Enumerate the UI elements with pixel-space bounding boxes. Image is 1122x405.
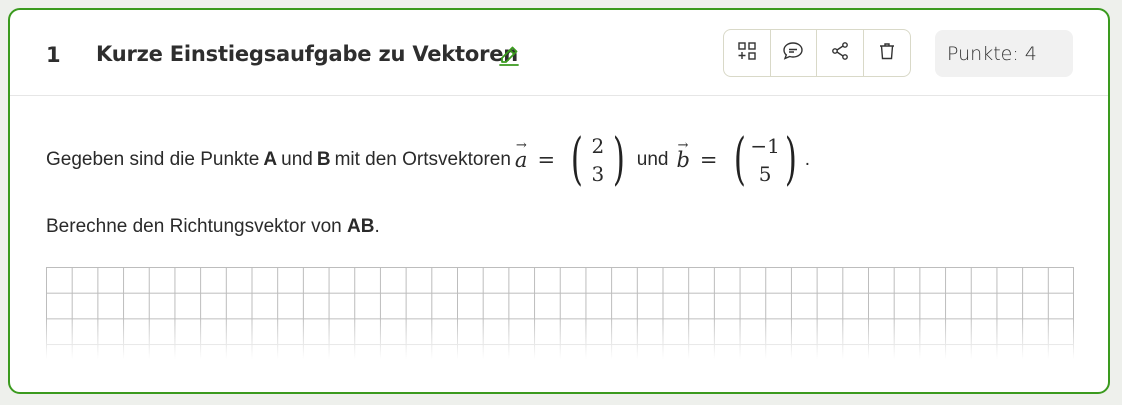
task-card: 1 Kurze Einstiegsaufgabe zu Vektoren Pun… <box>8 8 1110 394</box>
statement-und-1: und <box>281 149 313 170</box>
statement-text-1: Gegeben sind die Punkte <box>46 149 260 170</box>
vector-b-symbol: → b <box>676 138 690 172</box>
statement-und-2: und <box>636 149 669 170</box>
equals-sign: = <box>699 148 718 172</box>
add-widget-button[interactable] <box>724 30 771 76</box>
left-paren: ( <box>570 127 583 192</box>
vector-b-x: −1 <box>750 134 780 158</box>
vector-a-column: ( 2 3 ) <box>566 132 630 188</box>
statement-end: . <box>804 149 811 170</box>
edit-pencil-icon[interactable] <box>497 43 521 67</box>
statement-text-2: mit den Ortsvektoren <box>334 149 511 170</box>
task-header: 1 Kurze Einstiegsaufgabe zu Vektoren Pun… <box>10 10 1108 96</box>
right-paren: ) <box>784 127 797 192</box>
vector-arrow-icon: → <box>515 138 527 153</box>
answer-grid[interactable] <box>46 267 1074 359</box>
task-toolbar <box>723 29 911 77</box>
comment-button[interactable] <box>771 30 817 76</box>
task-statement: Gegeben sind die Punkte A und B mit den … <box>46 130 810 190</box>
comment-icon <box>782 41 804 66</box>
question-end: . <box>374 216 380 237</box>
delete-button[interactable] <box>864 30 910 76</box>
task-title: Kurze Einstiegsaufgabe zu Vektoren <box>96 42 519 66</box>
vector-b-y: 5 <box>758 162 772 186</box>
points-field[interactable]: Punkte: 4 <box>935 30 1073 77</box>
vector-a-x: 2 <box>591 134 605 158</box>
question-text: Berechne den Richtungsvektor von <box>46 216 342 237</box>
add-widget-icon <box>737 41 757 66</box>
task-question: Berechne den Richtungsvektor von AB. <box>46 216 380 238</box>
vector-a-symbol: → a <box>514 138 528 172</box>
question-bold: AB <box>347 216 375 237</box>
point-a-label: A <box>263 149 278 170</box>
trash-icon <box>877 41 897 66</box>
share-button[interactable] <box>817 30 864 76</box>
left-paren: ( <box>733 127 746 192</box>
right-paren: ) <box>612 127 625 192</box>
vector-arrow-icon: → <box>677 138 689 153</box>
vector-a-y: 3 <box>591 162 605 186</box>
equals-sign: = <box>537 148 556 172</box>
point-b-label: B <box>316 149 331 170</box>
share-icon <box>830 41 850 66</box>
vector-b-column: ( −1 5 ) <box>729 132 802 188</box>
task-number: 1 <box>46 43 61 67</box>
